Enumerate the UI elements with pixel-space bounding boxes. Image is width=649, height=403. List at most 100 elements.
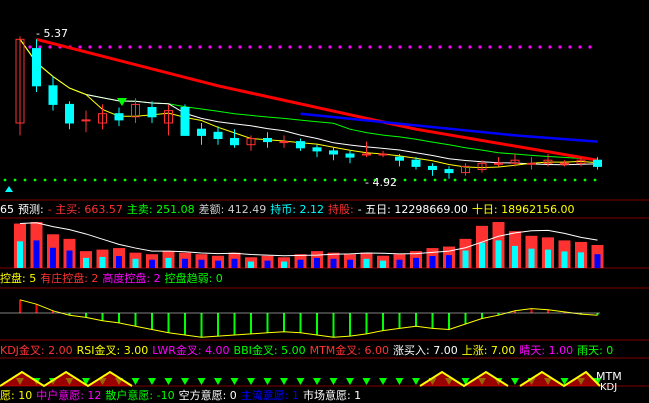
volume-inner-bar <box>363 258 370 268</box>
support-dot <box>43 178 47 182</box>
support-dot <box>563 178 567 182</box>
resistance-dot <box>88 45 92 49</box>
indicator-row-control: 控盘: 5 有庄控盘: 2 高度控盘: 2 控盘趋弱: 0 <box>0 272 227 286</box>
support-dot <box>133 178 137 182</box>
support-dot <box>503 178 507 182</box>
volume-inner-bar <box>330 258 337 268</box>
row3-item: 涨买入: 7.00 <box>393 344 458 357</box>
support-dot <box>223 178 227 182</box>
support-dot <box>153 178 157 182</box>
resistance-dot <box>158 45 162 49</box>
row1-item: 差额: 412.49 <box>198 203 267 216</box>
resistance-dot <box>438 45 442 49</box>
signal-arrow <box>280 378 288 385</box>
rain-pattern-left <box>0 370 133 388</box>
support-dot <box>73 178 77 182</box>
resistance-dot <box>558 45 562 49</box>
support-dot <box>443 178 447 182</box>
candle-body <box>527 162 536 165</box>
row3-item: MTM金叉: 6.00 <box>309 344 389 357</box>
support-dot <box>273 178 277 182</box>
signal-arrow <box>263 378 272 385</box>
buy-arrow <box>117 98 127 106</box>
row3-item: 雨天: 0 <box>577 344 614 357</box>
support-dot <box>183 178 187 182</box>
resistance-dot <box>258 45 262 49</box>
signal-arrow <box>379 378 387 385</box>
volume-inner-bar <box>495 240 502 268</box>
support-dot <box>93 178 97 182</box>
resistance-dot <box>128 45 132 49</box>
volume-inner-bar <box>347 259 353 268</box>
high-price-label: - 5.37 <box>36 27 68 40</box>
resistance-dot <box>198 45 202 49</box>
row3-item: LWR金叉: 4.00 <box>152 344 230 357</box>
support-dot <box>33 178 37 182</box>
support-dot <box>263 178 267 182</box>
price-chart: - 5.37- 4.92MTMKDJ <box>0 27 649 393</box>
signal-arrow <box>296 378 305 385</box>
row3-item: BBI金叉: 5.00 <box>233 344 306 357</box>
volume-inner-bar <box>594 254 601 268</box>
signal-arrow <box>197 378 206 385</box>
volume-inner-bar <box>99 256 106 268</box>
resistance-dot <box>288 45 292 49</box>
volume-inner-bar <box>479 242 485 268</box>
support-dot <box>413 178 417 182</box>
resistance-dot <box>478 45 482 49</box>
support-dot <box>123 178 127 182</box>
row2-item: 控盘: 5 <box>0 272 37 285</box>
row1-item: - 主买: 663.57 <box>47 203 123 216</box>
signal-arrow <box>148 378 156 385</box>
support-dot <box>213 178 217 182</box>
indicator-row-willingness: 愿: 10 中户意愿: 12 散户意愿: -10 空方意愿: 0 主流意愿: 1 市场意愿… <box>0 389 365 403</box>
resistance-dot <box>78 45 82 49</box>
volume-inner-bar <box>215 260 221 268</box>
resistance-dot <box>308 45 312 49</box>
row1-item: 预测: <box>18 203 44 216</box>
signal-arrow <box>181 378 189 385</box>
resistance-dot <box>498 45 502 49</box>
volume-inner-bar <box>380 260 386 268</box>
support-dot <box>463 178 467 182</box>
row4-item: 主流意愿: 1 <box>240 389 299 402</box>
resistance-dot <box>208 45 212 49</box>
candle-body <box>560 162 569 165</box>
candle-body <box>263 138 272 143</box>
support-dot <box>513 178 517 182</box>
signal-arrow <box>346 378 354 385</box>
signal-arrow <box>329 378 338 385</box>
signal-arrow <box>230 378 239 385</box>
volume-inner-bar <box>116 256 122 268</box>
row1-item: 持币: 2.12 <box>270 203 324 216</box>
row4-item: 空方意愿: 0 <box>178 389 237 402</box>
candle-body <box>147 107 157 118</box>
volume-inner-bar <box>545 249 551 268</box>
resistance-dot <box>548 45 552 49</box>
candle-body <box>444 169 454 174</box>
left-marker <box>5 186 13 192</box>
volume-inner-bar <box>462 250 469 268</box>
support-dot <box>193 178 197 182</box>
resistance-dot <box>178 45 182 49</box>
support-dot <box>543 178 547 182</box>
candle-body <box>279 141 289 144</box>
signal-arrow <box>131 378 140 385</box>
resistance-dot <box>398 45 402 49</box>
support-dot <box>233 178 237 182</box>
row1-item: - 五日: 12298669.00 <box>357 203 468 216</box>
resistance-dot <box>458 45 462 49</box>
volume-inner-bar <box>17 241 23 268</box>
signal-arrow <box>214 378 222 385</box>
row4-item: 中户意愿: 12 <box>36 389 102 402</box>
candle-body <box>312 147 322 152</box>
row4-item: 市场意愿: 1 <box>302 389 362 402</box>
resistance-dot <box>48 45 52 49</box>
volume-inner-bar <box>528 248 535 268</box>
support-dot <box>83 178 87 182</box>
row2-item: 控盘趋弱: 0 <box>164 272 223 285</box>
volume-inner-bar <box>578 252 584 268</box>
resistance-dot <box>388 45 392 49</box>
candle-body <box>428 165 437 170</box>
support-dot <box>523 178 527 182</box>
